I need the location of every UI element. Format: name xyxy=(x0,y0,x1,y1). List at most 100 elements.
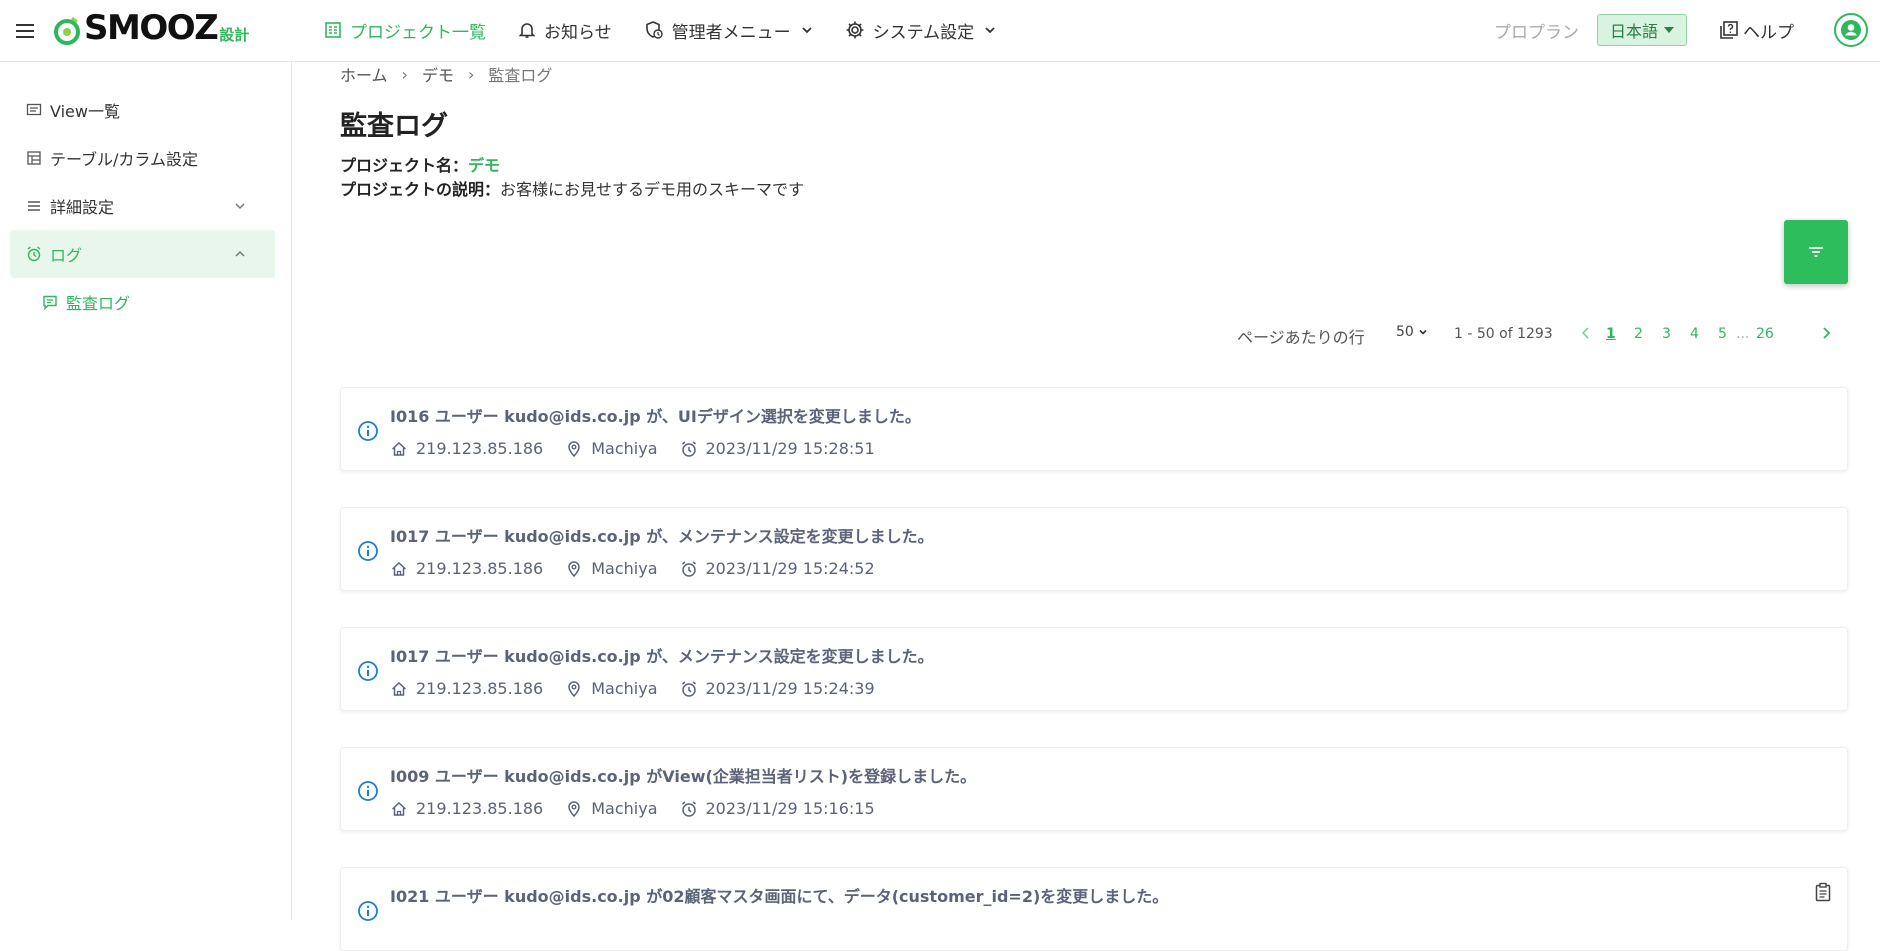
view-list-icon xyxy=(26,103,42,116)
nav-system-settings[interactable]: システム設定 xyxy=(845,18,997,43)
caret-down-icon xyxy=(1664,27,1674,33)
breadcrumb-separator-icon: › xyxy=(401,64,408,84)
page-link-1[interactable]: 1 xyxy=(1606,326,1616,342)
prev-page-icon[interactable] xyxy=(1579,324,1593,342)
location-pin-icon xyxy=(568,440,580,457)
app-logo[interactable]: SMOOZ 設計 xyxy=(52,10,249,46)
log-location: Machiya xyxy=(591,799,658,818)
project-desc: お客様にお見せするデモ用のスキーマです xyxy=(500,180,805,199)
breadcrumb: ホーム › デモ › 監査ログ xyxy=(340,62,552,86)
page-link-last[interactable]: 26 xyxy=(1756,326,1774,342)
log-message: I017 ユーザー kudo@ids.co.jp が、メンテナンス設定を変更しま… xyxy=(390,647,934,666)
sidebar: View一覧 テーブル/カラム設定 詳細設定 ログ 監査ログ xyxy=(0,62,292,920)
log-meta: 219.123.85.186 Machiya 2023/11/29 15:16:… xyxy=(390,799,897,818)
log-entry[interactable]: I021 ユーザー kudo@ids.co.jp が02顧客マスタ画面にて、デー… xyxy=(340,867,1848,951)
project-list-icon xyxy=(325,22,341,38)
project-name: デモ xyxy=(468,156,501,175)
info-icon xyxy=(358,541,378,561)
log-entry[interactable]: I016 ユーザー kudo@ids.co.jp が、UIデザイン選択を変更しま… xyxy=(340,387,1848,471)
log-message: I016 ユーザー kudo@ids.co.jp が、UIデザイン選択を変更しま… xyxy=(390,407,921,426)
help-link[interactable]: ヘルプ xyxy=(1719,18,1794,43)
log-ip: 219.123.85.186 xyxy=(416,559,544,578)
pagination-ellipsis: ... xyxy=(1736,326,1750,342)
nav-admin-menu[interactable]: 管理者メニュー xyxy=(644,18,813,43)
rows-per-page-select[interactable]: 50 xyxy=(1396,324,1428,340)
log-timestamp: 2023/11/29 15:24:52 xyxy=(705,559,875,578)
clipboard-icon[interactable] xyxy=(1813,882,1833,902)
log-location: Machiya xyxy=(591,439,658,458)
alarm-clock-icon xyxy=(681,800,696,817)
rows-per-page-label: ページあたりの行 xyxy=(1237,328,1365,347)
sidebar-item-detail-settings[interactable]: 詳細設定 xyxy=(10,182,275,230)
next-page-icon[interactable] xyxy=(1819,324,1833,342)
page-title: 監査ログ xyxy=(340,111,448,142)
location-pin-icon xyxy=(568,680,580,697)
chevron-down-icon xyxy=(1419,329,1427,335)
chevron-up-icon xyxy=(235,250,245,257)
alarm-icon xyxy=(27,246,41,262)
language-select[interactable]: 日本語 xyxy=(1596,14,1687,46)
info-icon xyxy=(358,421,378,441)
log-message: I009 ユーザー kudo@ids.co.jp がView(企業担当者リスト)… xyxy=(390,767,977,786)
info-icon xyxy=(358,661,378,681)
sidebar-item-table-settings[interactable]: テーブル/カラム設定 xyxy=(10,134,275,182)
chevron-down-icon xyxy=(235,203,245,210)
gear-icon xyxy=(846,21,864,39)
breadcrumb-home[interactable]: ホーム xyxy=(340,62,388,86)
filter-button[interactable] xyxy=(1784,220,1848,284)
main-content: ホーム › デモ › 監査ログ 監査ログ プロジェクト名：デモ プロジェクトの説… xyxy=(293,62,1880,951)
alarm-clock-icon xyxy=(681,560,696,577)
help-label: ヘルプ xyxy=(1743,22,1794,43)
location-pin-icon xyxy=(568,560,580,577)
logo-subtext: 設計 xyxy=(219,26,250,44)
user-avatar[interactable] xyxy=(1834,13,1868,47)
location-pin-icon xyxy=(568,800,580,817)
sidebar-item-label: テーブル/カラム設定 xyxy=(50,150,198,169)
table-icon xyxy=(27,151,41,165)
nav-project-list[interactable]: プロジェクト一覧 xyxy=(324,18,486,43)
chevron-down-icon xyxy=(802,27,812,34)
page-link-3[interactable]: 3 xyxy=(1662,326,1671,342)
info-icon xyxy=(358,901,378,921)
page-link-5[interactable]: 5 xyxy=(1718,326,1727,342)
language-value: 日本語 xyxy=(1609,22,1658,41)
sidebar-subitem-audit-log[interactable]: 監査ログ xyxy=(42,282,130,322)
sidebar-subitem-label: 監査ログ xyxy=(66,294,131,313)
page-link-2[interactable]: 2 xyxy=(1634,326,1643,342)
help-icon xyxy=(1720,21,1738,39)
log-message: I017 ユーザー kudo@ids.co.jp が、メンテナンス設定を変更しま… xyxy=(390,527,934,546)
list-icon xyxy=(28,201,40,211)
log-entry[interactable]: I017 ユーザー kudo@ids.co.jp が、メンテナンス設定を変更しま… xyxy=(340,507,1848,591)
nav-notifications-label: お知らせ xyxy=(544,22,612,43)
sidebar-item-label: View一覧 xyxy=(50,102,120,121)
filter-icon xyxy=(1809,247,1823,257)
nav-notifications[interactable]: お知らせ xyxy=(518,18,612,43)
header-right: プロプラン 日本語 ヘルプ xyxy=(1494,0,1880,60)
logo-mark-icon xyxy=(54,16,80,45)
logo-text: SMOOZ xyxy=(84,8,219,48)
home-icon xyxy=(391,801,407,816)
log-entry[interactable]: I017 ユーザー kudo@ids.co.jp が、メンテナンス設定を変更しま… xyxy=(340,627,1848,711)
project-name-label: プロジェクト名： xyxy=(340,156,469,175)
page-link-4[interactable]: 4 xyxy=(1690,326,1699,342)
nav-admin-menu-label: 管理者メニュー xyxy=(671,22,791,43)
user-icon xyxy=(1841,20,1861,40)
breadcrumb-project[interactable]: デモ xyxy=(422,62,454,86)
sidebar-item-view-list[interactable]: View一覧 xyxy=(10,86,275,134)
sidebar-item-label: 詳細設定 xyxy=(50,198,115,217)
log-ip: 219.123.85.186 xyxy=(416,679,544,698)
home-icon xyxy=(391,561,407,576)
log-meta: 219.123.85.186 Machiya 2023/11/29 15:24:… xyxy=(390,679,897,698)
comment-icon xyxy=(43,295,57,310)
log-location: Machiya xyxy=(591,679,658,698)
hamburger-menu-icon[interactable] xyxy=(14,20,36,42)
log-ip: 219.123.85.186 xyxy=(416,439,544,458)
home-icon xyxy=(391,441,407,456)
admin-icon xyxy=(645,21,663,39)
project-desc-line: プロジェクトの説明：お客様にお見せするデモ用のスキーマです xyxy=(340,176,804,200)
sidebar-item-log[interactable]: ログ xyxy=(10,230,275,278)
log-entry[interactable]: I009 ユーザー kudo@ids.co.jp がView(企業担当者リスト)… xyxy=(340,747,1848,831)
home-icon xyxy=(391,681,407,696)
breadcrumb-separator-icon: › xyxy=(467,64,475,84)
plan-label: プロプラン xyxy=(1493,22,1579,43)
